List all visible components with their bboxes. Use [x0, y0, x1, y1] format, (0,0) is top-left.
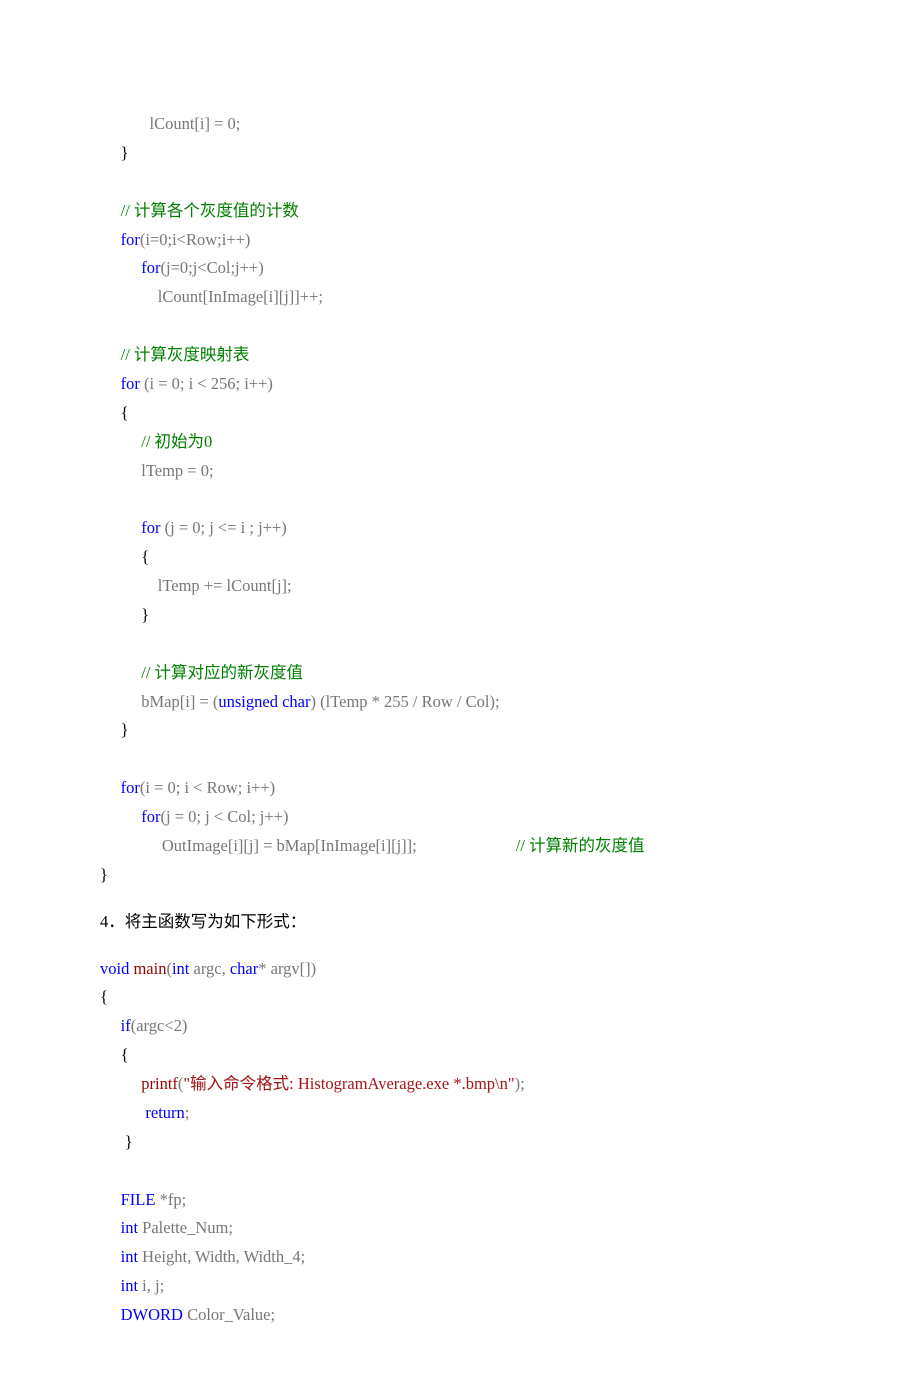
code-line: (i=0;i<Row;i++): [140, 230, 251, 249]
code-keyword: for: [121, 778, 140, 797]
code-func: printf: [141, 1074, 178, 1093]
code-line: (argc<2): [131, 1016, 188, 1035]
code-line: bMap[i] = (: [141, 692, 218, 711]
code-keyword: for: [141, 258, 160, 277]
code-line: ) (lTemp * 255 / Row / Col);: [311, 692, 500, 711]
code-line: lCount[InImage[i][j]]++;: [158, 287, 323, 306]
code-keyword: int: [121, 1218, 138, 1237]
code-string: "输入命令格式: HistogramAverage.exe *.bmp\n": [183, 1074, 514, 1093]
code-brace: {: [100, 987, 108, 1006]
code-line: lTemp = 0;: [141, 461, 213, 480]
code-line: );: [515, 1074, 525, 1093]
code-keyword: unsigned: [218, 692, 278, 711]
code-comment: // 计算灰度映射表: [121, 345, 250, 364]
code-block-1: lCount[i] = 0; } // 计算各个灰度值的计数 for(i=0;i…: [100, 110, 820, 890]
code-line: i, j;: [138, 1276, 164, 1295]
code-keyword: char: [230, 959, 258, 978]
code-line: (j = 0; j <= i ; j++): [161, 518, 287, 537]
code-keyword: if: [121, 1016, 131, 1035]
code-keyword: int: [172, 959, 189, 978]
document-page: lCount[i] = 0; } // 计算各个灰度值的计数 for(i=0;i…: [0, 0, 920, 1390]
code-line: Height, Width, Width_4;: [138, 1247, 305, 1266]
code-keyword: for: [141, 518, 160, 537]
code-line: *fp;: [155, 1190, 186, 1209]
code-comment: // 计算对应的新灰度值: [141, 663, 303, 682]
code-line: Color_Value;: [183, 1305, 275, 1324]
code-line: OutImage[i][j] = bMap[InImage[i][j]];: [162, 836, 417, 855]
code-line: argc,: [189, 959, 229, 978]
code-line: ;: [185, 1103, 190, 1122]
section-heading: 4．将主函数写为如下形式：: [100, 908, 820, 937]
code-keyword: for: [121, 230, 140, 249]
code-line: (i = 0; i < 256; i++): [140, 374, 273, 393]
section-text: 将主函数写为如下形式：: [125, 912, 307, 931]
code-line: (j = 0; j < Col; j++): [161, 807, 289, 826]
code-block-2: void main(int argc, char* argv[]) { if(a…: [100, 955, 820, 1330]
code-comment: // 计算新的灰度值: [516, 836, 645, 855]
code-brace: }: [141, 605, 149, 624]
code-brace: }: [100, 865, 108, 884]
code-brace: }: [121, 720, 129, 739]
code-brace: }: [121, 143, 129, 162]
code-func: main: [133, 959, 166, 978]
section-number: 4．: [100, 912, 125, 931]
code-line: lCount[i] = 0;: [150, 114, 241, 133]
code-type: FILE: [121, 1190, 156, 1209]
code-type: DWORD: [121, 1305, 183, 1324]
code-brace: {: [141, 547, 149, 566]
code-comment: // 初始为0: [141, 432, 212, 451]
code-brace: {: [121, 1045, 129, 1064]
code-keyword: int: [121, 1276, 138, 1295]
code-keyword: char: [282, 692, 310, 711]
code-comment: // 计算各个灰度值的计数: [121, 201, 299, 220]
code-brace: {: [121, 403, 129, 422]
code-keyword: for: [121, 374, 140, 393]
code-keyword: void: [100, 959, 129, 978]
code-line: (i = 0; i < Row; i++): [140, 778, 275, 797]
code-brace: }: [125, 1132, 133, 1151]
code-line: Palette_Num;: [138, 1218, 233, 1237]
code-line: lTemp += lCount[j];: [158, 576, 292, 595]
code-keyword: return: [145, 1103, 184, 1122]
code-keyword: int: [121, 1247, 138, 1266]
code-line: * argv[]): [258, 959, 316, 978]
code-line: (j=0;j<Col;j++): [161, 258, 264, 277]
code-keyword: for: [141, 807, 160, 826]
